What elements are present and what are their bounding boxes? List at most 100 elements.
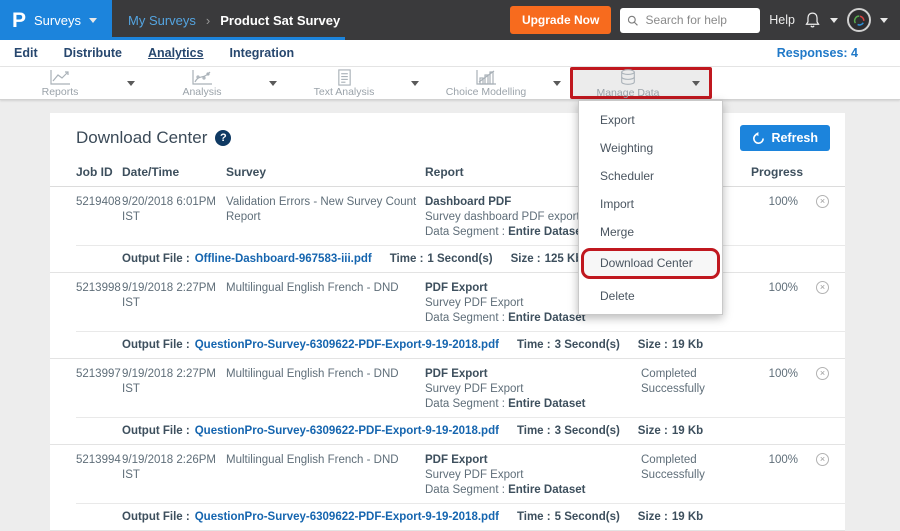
help-search-box[interactable] — [620, 8, 760, 33]
size-value: 125 Kb — [545, 252, 583, 267]
cancel-circle-icon[interactable]: × — [816, 367, 829, 380]
download-center-card: Download Center ? Refresh Job ID Date/Ti… — [50, 113, 845, 531]
table-row: 5213997 9/19/2018 2:27PM IST Multilingua… — [50, 359, 845, 418]
header-actions — [798, 165, 831, 180]
cancel-circle-icon[interactable]: × — [816, 281, 829, 294]
bar-chart-icon — [474, 69, 498, 86]
breadcrumb-my-surveys[interactable]: My Surveys — [128, 13, 196, 28]
time-meta: Time :1 Second(s) — [390, 252, 493, 267]
data-segment: Data Segment : Entire Dataset — [425, 483, 633, 498]
size-label: Size : — [511, 252, 541, 267]
toolbar-item-label: Analysis — [182, 86, 221, 98]
progress-value: 100% — [751, 195, 798, 240]
toolbar-item-label: Text Analysis — [314, 86, 375, 98]
active-section-indicator — [0, 37, 345, 40]
chevron-down-icon — [89, 18, 97, 23]
nav-item-edit[interactable]: Edit — [14, 46, 38, 60]
output-file-link[interactable]: QuestionPro-Survey-6309622-PDF-Export-9-… — [195, 424, 499, 439]
analysis-dropdown-caret[interactable] — [260, 81, 286, 86]
download-center-highlight-box: Download Center — [581, 248, 720, 279]
menu-item-delete[interactable]: Delete — [579, 282, 722, 310]
menu-item-export[interactable]: Export — [579, 106, 722, 134]
chevron-down-icon — [553, 81, 561, 86]
notification-bell-icon[interactable] — [804, 11, 821, 29]
text-analysis-dropdown-caret[interactable] — [402, 81, 428, 86]
survey-name: Multilingual English French - DND — [226, 367, 425, 412]
data-segment-label: Data Segment : — [425, 398, 505, 410]
output-file-label: Output File : — [122, 424, 190, 439]
progress-value: 100% — [751, 453, 798, 498]
upgrade-now-button[interactable]: Upgrade Now — [510, 6, 611, 34]
toolbar-item-analysis[interactable]: Analysis — [144, 68, 260, 98]
cancel-job-button[interactable]: × — [798, 453, 831, 498]
product-switcher[interactable]: P Surveys — [0, 0, 112, 40]
job-row-group: 5213997 9/19/2018 2:27PM IST Multilingua… — [50, 359, 845, 445]
breadcrumb-separator: › — [206, 13, 210, 28]
output-file-label: Output File : — [122, 338, 190, 353]
cancel-job-button[interactable]: × — [798, 195, 831, 240]
search-input[interactable] — [644, 12, 754, 28]
avatar[interactable] — [847, 8, 871, 32]
manage-data-dropdown-caret[interactable] — [683, 81, 709, 86]
output-file-link[interactable]: Offline-Dashboard-967583-iii.pdf — [195, 252, 372, 267]
time-value: 3 Second(s) — [555, 424, 620, 439]
menu-item-scheduler[interactable]: Scheduler — [579, 162, 722, 190]
chevron-down-icon[interactable] — [830, 18, 838, 23]
toolbar-item-manage-data[interactable]: Manage Data — [573, 67, 683, 99]
refresh-button[interactable]: Refresh — [740, 125, 830, 151]
choice-modelling-dropdown-caret[interactable] — [544, 81, 570, 86]
menu-item-weighting[interactable]: Weighting — [579, 134, 722, 162]
toolbar-cell-reports: Reports — [2, 67, 144, 99]
size-meta: Size : 125 Kb — [511, 252, 583, 267]
help-question-icon[interactable]: ? — [215, 130, 231, 146]
job-row-group: 5219408 9/20/2018 6:01PM IST Validation … — [50, 187, 845, 273]
job-id: 5219408 — [76, 195, 122, 240]
toolbar-cell-analysis: Analysis — [144, 67, 286, 99]
cancel-job-button[interactable]: × — [798, 367, 831, 412]
reports-dropdown-caret[interactable] — [118, 81, 144, 86]
output-file-row: Output File : QuestionPro-Survey-6309622-… — [50, 332, 845, 359]
cancel-circle-icon[interactable]: × — [816, 453, 829, 466]
survey-name: Multilingual English French - DND — [226, 453, 425, 498]
chevron-down-icon — [411, 81, 419, 86]
table-row: 5219408 9/20/2018 6:01PM IST Validation … — [50, 187, 845, 246]
toolbar-item-label: Choice Modelling — [446, 86, 527, 98]
refresh-label: Refresh — [771, 131, 818, 145]
output-file-link[interactable]: QuestionPro-Survey-6309622-PDF-Export-9-… — [195, 338, 499, 353]
toolbar-item-text-analysis[interactable]: Text Analysis — [286, 68, 402, 98]
menu-item-merge[interactable]: Merge — [579, 218, 722, 246]
analytics-toolbar: Reports Analysis Text Analysis Choice Mo… — [0, 67, 900, 100]
report-cell: PDF Export Survey PDF Export Data Segmen… — [425, 453, 641, 498]
scatter-chart-icon — [190, 69, 214, 86]
job-id: 5213998 — [76, 281, 122, 326]
time-label: Time : — [517, 338, 551, 353]
text-report-icon — [336, 69, 353, 86]
toolbar-item-choice-modelling[interactable]: Choice Modelling — [428, 68, 544, 98]
survey-nav: Edit Distribute Analytics Integration Re… — [0, 40, 900, 67]
status: Completed Successfully — [641, 453, 751, 498]
cancel-job-button[interactable]: × — [798, 281, 831, 326]
toolbar-cell-text-analysis: Text Analysis — [286, 67, 428, 99]
output-file-group: Output File :Offline-Dashboard-967583-ii… — [122, 252, 372, 267]
nav-item-analytics[interactable]: Analytics — [148, 46, 204, 60]
menu-item-download-center[interactable]: Download Center — [584, 251, 717, 276]
chevron-down-icon — [127, 81, 135, 86]
output-file-group: Output File : QuestionPro-Survey-6309622-… — [122, 338, 499, 353]
topbar-actions: Upgrade Now Help — [510, 6, 900, 34]
toolbar-cell-choice-modelling: Choice Modelling — [428, 67, 570, 99]
toolbar-item-label: Manage Data — [596, 87, 659, 99]
help-link[interactable]: Help — [769, 13, 795, 27]
header-date-time: Date/Time — [122, 165, 226, 180]
header-job-id: Job ID — [76, 165, 122, 180]
table-row: 5213998 9/19/2018 2:27PM IST Multilingua… — [50, 273, 845, 332]
chevron-down-icon — [269, 81, 277, 86]
toolbar-item-reports[interactable]: Reports — [2, 68, 118, 98]
nav-item-distribute[interactable]: Distribute — [64, 46, 122, 60]
card-header: Download Center ? Refresh — [50, 113, 845, 159]
nav-item-integration[interactable]: Integration — [230, 46, 295, 60]
progress-value: 100% — [751, 281, 798, 326]
cancel-circle-icon[interactable]: × — [816, 195, 829, 208]
menu-item-import[interactable]: Import — [579, 190, 722, 218]
chevron-down-icon[interactable] — [880, 18, 888, 23]
output-file-row: Output File :QuestionPro-Survey-6309622-… — [50, 504, 845, 531]
